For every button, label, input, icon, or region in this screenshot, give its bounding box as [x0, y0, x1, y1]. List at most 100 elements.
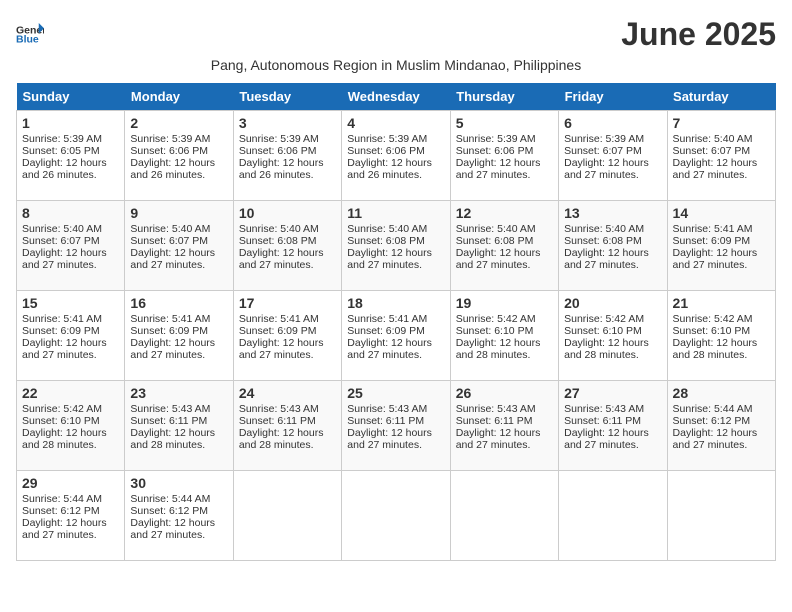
day-cell-5: 5 Sunrise: 5:39 AM Sunset: 6:06 PM Dayli…	[450, 111, 558, 201]
col-tuesday: Tuesday	[233, 83, 341, 111]
sunrise-label: Sunrise: 5:44 AM	[130, 493, 210, 505]
week-row-5: 29 Sunrise: 5:44 AM Sunset: 6:12 PM Dayl…	[17, 471, 776, 561]
sunset-label: Sunset: 6:08 PM	[564, 235, 642, 247]
day-cell-29: 29 Sunrise: 5:44 AM Sunset: 6:12 PM Dayl…	[17, 471, 125, 561]
day-number: 25	[347, 385, 444, 401]
sunrise-label: Sunrise: 5:39 AM	[564, 133, 644, 145]
day-number: 2	[130, 115, 227, 131]
sunrise-label: Sunrise: 5:41 AM	[347, 313, 427, 325]
day-cell-9: 9 Sunrise: 5:40 AM Sunset: 6:07 PM Dayli…	[125, 201, 233, 291]
daylight-label: Daylight: 12 hours and 26 minutes.	[130, 157, 215, 181]
day-cell-24: 24 Sunrise: 5:43 AM Sunset: 6:11 PM Dayl…	[233, 381, 341, 471]
daylight-label: Daylight: 12 hours and 27 minutes.	[239, 337, 324, 361]
empty-cell	[667, 471, 775, 561]
daylight-label: Daylight: 12 hours and 27 minutes.	[564, 247, 649, 271]
day-cell-28: 28 Sunrise: 5:44 AM Sunset: 6:12 PM Dayl…	[667, 381, 775, 471]
daylight-label: Daylight: 12 hours and 27 minutes.	[22, 247, 107, 271]
sunrise-label: Sunrise: 5:40 AM	[456, 223, 536, 235]
sunset-label: Sunset: 6:08 PM	[239, 235, 317, 247]
day-cell-2: 2 Sunrise: 5:39 AM Sunset: 6:06 PM Dayli…	[125, 111, 233, 201]
sunset-label: Sunset: 6:10 PM	[673, 325, 751, 337]
sunrise-label: Sunrise: 5:43 AM	[130, 403, 210, 415]
daylight-label: Daylight: 12 hours and 27 minutes.	[22, 517, 107, 541]
daylight-label: Daylight: 12 hours and 27 minutes.	[347, 337, 432, 361]
sunset-label: Sunset: 6:10 PM	[456, 325, 534, 337]
sunrise-label: Sunrise: 5:44 AM	[22, 493, 102, 505]
day-number: 23	[130, 385, 227, 401]
day-cell-26: 26 Sunrise: 5:43 AM Sunset: 6:11 PM Dayl…	[450, 381, 558, 471]
day-number: 1	[22, 115, 119, 131]
day-cell-8: 8 Sunrise: 5:40 AM Sunset: 6:07 PM Dayli…	[17, 201, 125, 291]
day-cell-4: 4 Sunrise: 5:39 AM Sunset: 6:06 PM Dayli…	[342, 111, 450, 201]
day-number: 8	[22, 205, 119, 221]
sunset-label: Sunset: 6:11 PM	[564, 415, 641, 427]
sunrise-label: Sunrise: 5:39 AM	[239, 133, 319, 145]
day-cell-21: 21 Sunrise: 5:42 AM Sunset: 6:10 PM Dayl…	[667, 291, 775, 381]
empty-cell	[342, 471, 450, 561]
day-cell-27: 27 Sunrise: 5:43 AM Sunset: 6:11 PM Dayl…	[559, 381, 667, 471]
day-number: 6	[564, 115, 661, 131]
sunset-label: Sunset: 6:06 PM	[239, 145, 317, 157]
sunset-label: Sunset: 6:09 PM	[347, 325, 425, 337]
sunset-label: Sunset: 6:12 PM	[673, 415, 751, 427]
sunrise-label: Sunrise: 5:42 AM	[456, 313, 536, 325]
day-number: 27	[564, 385, 661, 401]
day-number: 17	[239, 295, 336, 311]
sunrise-label: Sunrise: 5:40 AM	[673, 133, 753, 145]
day-cell-10: 10 Sunrise: 5:40 AM Sunset: 6:08 PM Dayl…	[233, 201, 341, 291]
sunset-label: Sunset: 6:12 PM	[130, 505, 208, 517]
daylight-label: Daylight: 12 hours and 26 minutes.	[22, 157, 107, 181]
day-number: 3	[239, 115, 336, 131]
sunrise-label: Sunrise: 5:41 AM	[130, 313, 210, 325]
daylight-label: Daylight: 12 hours and 27 minutes.	[130, 517, 215, 541]
logo: General Blue	[16, 16, 44, 44]
day-cell-1: 1 Sunrise: 5:39 AM Sunset: 6:05 PM Dayli…	[17, 111, 125, 201]
col-saturday: Saturday	[667, 83, 775, 111]
sunset-label: Sunset: 6:07 PM	[673, 145, 751, 157]
day-cell-15: 15 Sunrise: 5:41 AM Sunset: 6:09 PM Dayl…	[17, 291, 125, 381]
col-sunday: Sunday	[17, 83, 125, 111]
month-title: June 2025	[621, 16, 776, 53]
sunset-label: Sunset: 6:06 PM	[130, 145, 208, 157]
sunrise-label: Sunrise: 5:39 AM	[456, 133, 536, 145]
day-cell-22: 22 Sunrise: 5:42 AM Sunset: 6:10 PM Dayl…	[17, 381, 125, 471]
day-cell-7: 7 Sunrise: 5:40 AM Sunset: 6:07 PM Dayli…	[667, 111, 775, 201]
empty-cell	[559, 471, 667, 561]
daylight-label: Daylight: 12 hours and 27 minutes.	[673, 247, 758, 271]
sunset-label: Sunset: 6:07 PM	[564, 145, 642, 157]
col-thursday: Thursday	[450, 83, 558, 111]
day-number: 5	[456, 115, 553, 131]
daylight-label: Daylight: 12 hours and 28 minutes.	[130, 427, 215, 451]
day-number: 12	[456, 205, 553, 221]
sunset-label: Sunset: 6:09 PM	[673, 235, 751, 247]
sunset-label: Sunset: 6:11 PM	[130, 415, 207, 427]
daylight-label: Daylight: 12 hours and 26 minutes.	[239, 157, 324, 181]
day-cell-18: 18 Sunrise: 5:41 AM Sunset: 6:09 PM Dayl…	[342, 291, 450, 381]
calendar-table: Sunday Monday Tuesday Wednesday Thursday…	[16, 83, 776, 561]
day-number: 22	[22, 385, 119, 401]
day-cell-12: 12 Sunrise: 5:40 AM Sunset: 6:08 PM Dayl…	[450, 201, 558, 291]
week-row-2: 8 Sunrise: 5:40 AM Sunset: 6:07 PM Dayli…	[17, 201, 776, 291]
daylight-label: Daylight: 12 hours and 28 minutes.	[564, 337, 649, 361]
day-number: 15	[22, 295, 119, 311]
daylight-label: Daylight: 12 hours and 27 minutes.	[564, 427, 649, 451]
day-number: 11	[347, 205, 444, 221]
daylight-label: Daylight: 12 hours and 28 minutes.	[239, 427, 324, 451]
header: General Blue June 2025	[16, 16, 776, 53]
day-number: 24	[239, 385, 336, 401]
col-friday: Friday	[559, 83, 667, 111]
day-number: 26	[456, 385, 553, 401]
day-number: 13	[564, 205, 661, 221]
subtitle: Pang, Autonomous Region in Muslim Mindan…	[16, 57, 776, 73]
week-row-1: 1 Sunrise: 5:39 AM Sunset: 6:05 PM Dayli…	[17, 111, 776, 201]
sunrise-label: Sunrise: 5:43 AM	[347, 403, 427, 415]
sunset-label: Sunset: 6:10 PM	[22, 415, 100, 427]
sunset-label: Sunset: 6:07 PM	[130, 235, 208, 247]
daylight-label: Daylight: 12 hours and 27 minutes.	[456, 427, 541, 451]
daylight-label: Daylight: 12 hours and 27 minutes.	[130, 337, 215, 361]
daylight-label: Daylight: 12 hours and 28 minutes.	[673, 337, 758, 361]
day-number: 30	[130, 475, 227, 491]
day-number: 10	[239, 205, 336, 221]
sunrise-label: Sunrise: 5:39 AM	[22, 133, 102, 145]
day-number: 20	[564, 295, 661, 311]
